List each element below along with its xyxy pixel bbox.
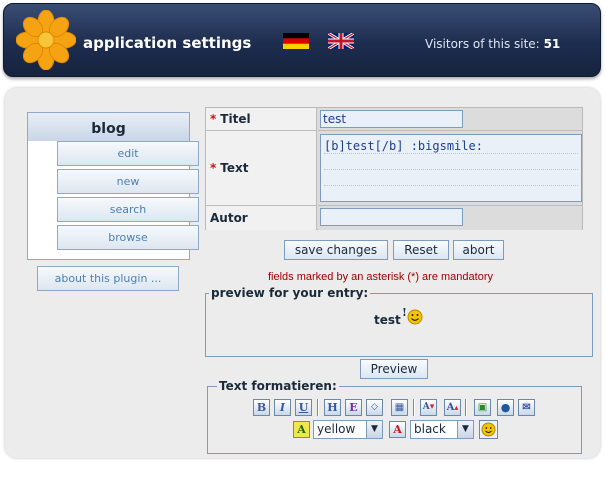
menu-item-browse[interactable]: browse <box>57 225 199 250</box>
font-smaller-icon[interactable]: A▾ <box>420 399 437 416</box>
required-asterisk: * <box>210 112 217 126</box>
toolbar-separator <box>317 399 319 416</box>
visitor-label: Visitors of this site: <box>425 37 540 51</box>
about-plugin-button[interactable]: about this plugin ... <box>37 266 179 291</box>
emphasis-icon[interactable]: E <box>345 399 362 416</box>
text-ruling <box>324 153 578 154</box>
text-color-select[interactable]: black ▼ <box>410 420 474 439</box>
highlight-color-icon[interactable]: A <box>293 421 310 438</box>
italic-icon[interactable]: I <box>274 399 291 416</box>
text-ruling <box>324 169 578 170</box>
menu-item-search[interactable]: search <box>57 197 199 222</box>
format-fieldset <box>207 386 582 454</box>
email-icon[interactable]: ✉ <box>518 399 535 416</box>
mandatory-note: fields marked by an asterisk (*) are man… <box>268 271 493 283</box>
toolbar-separator <box>465 399 467 416</box>
abort-button[interactable]: abort <box>453 240 504 260</box>
flower-logo-icon <box>16 10 76 70</box>
preview-content: test <box>374 313 401 327</box>
text-color-value: black <box>414 422 446 436</box>
highlight-color-value: yellow <box>317 422 356 436</box>
reset-button[interactable]: Reset <box>393 240 449 260</box>
app-title: application settings <box>83 34 252 52</box>
title-input[interactable]: test <box>320 110 463 128</box>
menu-title: blog <box>28 113 189 141</box>
font-bigger-icon[interactable]: A▴ <box>444 399 461 416</box>
menu-item-new[interactable]: new <box>57 169 199 194</box>
toolbar-separator <box>413 399 415 416</box>
save-changes-button[interactable]: save changes <box>284 240 388 260</box>
english-flag-icon[interactable] <box>328 33 354 49</box>
code-icon[interactable]: ◇ <box>366 399 383 416</box>
svg-text:!: ! <box>402 306 407 319</box>
text-area[interactable]: [b]test[/b] :bigsmile: <box>320 134 582 202</box>
required-asterisk: * <box>210 161 217 175</box>
text-color-icon[interactable]: A <box>389 421 406 438</box>
author-input[interactable] <box>320 208 463 226</box>
text-value: [b]test[/b] :bigsmile: <box>324 139 483 153</box>
title-label: * Titel <box>206 108 317 131</box>
text-ruling <box>324 185 578 186</box>
bigsmile-icon: ! <box>402 306 423 325</box>
image-icon[interactable]: ▣ <box>474 399 491 416</box>
heading-icon[interactable]: H <box>324 399 341 416</box>
author-label: Autor <box>206 206 317 230</box>
text-label: * Text <box>206 131 317 206</box>
globe-link-icon[interactable]: ● <box>497 399 514 416</box>
menu-item-edit[interactable]: edit <box>57 141 199 166</box>
bold-icon[interactable]: B <box>253 399 270 416</box>
entry-form: * Titel test * Text [b]test[/b] :bigsmile:… <box>205 107 583 230</box>
preview-legend: preview for your entry: <box>209 286 371 300</box>
underline-icon[interactable]: U <box>295 399 312 416</box>
smiley-icon[interactable] <box>479 420 498 439</box>
app-header: application settings Visitors of this si… <box>3 3 601 77</box>
visitor-counter: Visitors of this site: 51 <box>425 37 560 51</box>
table-icon[interactable]: ▦ <box>391 399 408 416</box>
visitor-count: 51 <box>543 37 561 51</box>
german-flag-icon[interactable] <box>283 33 309 49</box>
highlight-color-select[interactable]: yellow ▼ <box>313 420 383 439</box>
preview-button[interactable]: Preview <box>360 359 428 379</box>
chevron-down-icon: ▼ <box>366 421 382 438</box>
chevron-down-icon: ▼ <box>457 421 473 438</box>
format-legend: Text formatieren: <box>217 379 339 393</box>
